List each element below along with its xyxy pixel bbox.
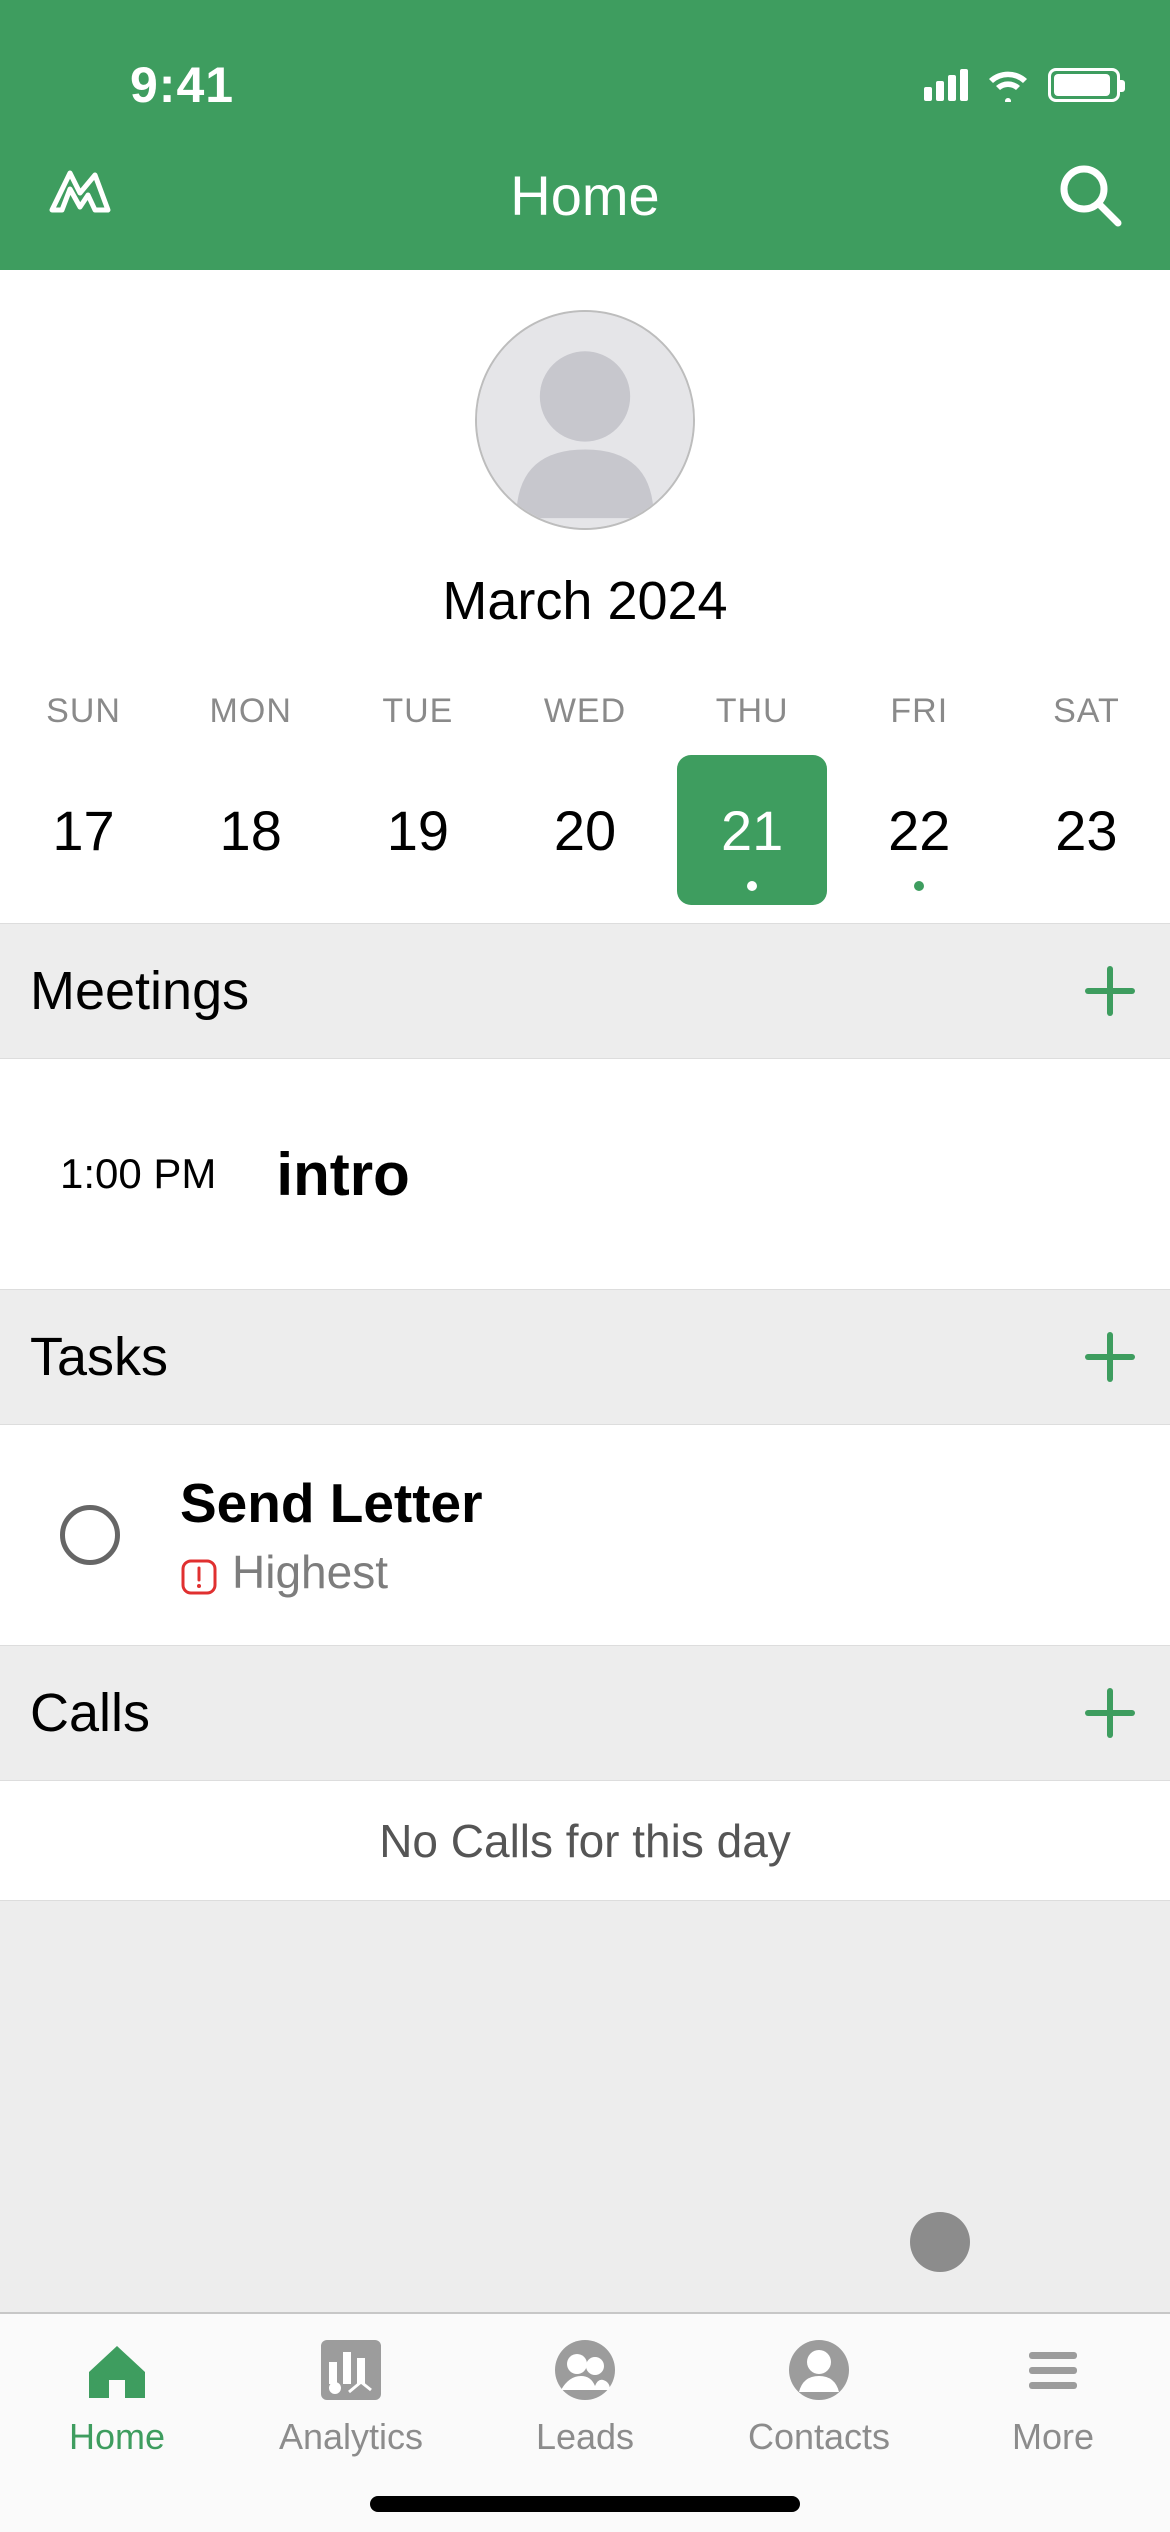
cellular-icon [924, 69, 968, 101]
task-row[interactable]: Send Letter Highest [0, 1425, 1170, 1645]
add-meeting-button[interactable] [1080, 961, 1140, 1021]
meetings-title: Meetings [30, 960, 249, 1022]
tasks-title: Tasks [30, 1326, 168, 1388]
task-title: Send Letter [180, 1471, 483, 1535]
date-cell[interactable]: 18 [167, 755, 334, 905]
weekday-label: WED [501, 692, 668, 731]
event-dot-icon [914, 881, 924, 891]
wifi-icon [986, 68, 1030, 102]
status-icons [924, 68, 1120, 102]
task-checkbox[interactable] [60, 1505, 120, 1565]
task-priority-label: Highest [232, 1545, 388, 1599]
date-cell[interactable]: 19 [334, 755, 501, 905]
status-time: 9:41 [130, 56, 234, 114]
month-label[interactable]: March 2024 [442, 570, 727, 632]
avatar[interactable] [475, 310, 695, 530]
week-strip: SUN MON TUE WED THU FRI SAT 17 18 19 20 … [0, 662, 1170, 923]
weekday-label: FRI [836, 692, 1003, 731]
date-cell-selected[interactable]: 21 [669, 755, 836, 905]
add-task-button[interactable] [1080, 1327, 1140, 1387]
weekday-label: THU [669, 692, 836, 731]
meeting-row[interactable]: 1:00 PM intro [0, 1059, 1170, 1289]
tab-label: Contacts [748, 2416, 890, 2458]
meetings-section-header: Meetings [0, 923, 1170, 1059]
tab-label: Leads [536, 2416, 634, 2458]
calls-empty-text: No Calls for this day [0, 1781, 1170, 1901]
tab-home[interactable]: Home [0, 2332, 234, 2532]
search-icon[interactable] [1050, 155, 1130, 235]
meeting-time: 1:00 PM [60, 1150, 216, 1198]
calls-section-header: Calls [0, 1645, 1170, 1781]
battery-icon [1048, 68, 1120, 102]
tab-label: More [1012, 2416, 1094, 2458]
meeting-title: intro [276, 1140, 409, 1209]
nav-header: Home [0, 140, 1170, 270]
task-priority: Highest [180, 1545, 483, 1599]
analytics-icon [313, 2332, 389, 2408]
profile-area: March 2024 [0, 270, 1170, 662]
event-dot-icon [747, 881, 757, 891]
date-cell[interactable]: 22 [836, 755, 1003, 905]
weekday-label: SUN [0, 692, 167, 731]
weekday-label: TUE [334, 692, 501, 731]
leads-icon [547, 2332, 623, 2408]
tab-label: Home [69, 2416, 165, 2458]
date-cell[interactable]: 20 [501, 755, 668, 905]
priority-highest-icon [180, 1553, 218, 1591]
calls-title: Calls [30, 1682, 150, 1744]
weekday-label: MON [167, 692, 334, 731]
more-icon [1015, 2332, 1091, 2408]
zia-logo-icon[interactable] [40, 155, 120, 235]
date-cell[interactable]: 23 [1003, 755, 1170, 905]
tasks-section-header: Tasks [0, 1289, 1170, 1425]
floating-indicator-icon[interactable] [910, 2212, 970, 2272]
date-cell[interactable]: 17 [0, 755, 167, 905]
tab-label: Analytics [279, 2416, 423, 2458]
home-icon [79, 2332, 155, 2408]
home-indicator[interactable] [370, 2496, 800, 2512]
tab-more[interactable]: More [936, 2332, 1170, 2532]
contacts-icon [781, 2332, 857, 2408]
add-call-button[interactable] [1080, 1683, 1140, 1743]
weekday-label: SAT [1003, 692, 1170, 731]
status-bar: 9:41 [0, 0, 1170, 140]
page-title: Home [120, 163, 1050, 228]
content-filler [0, 1901, 1170, 2312]
